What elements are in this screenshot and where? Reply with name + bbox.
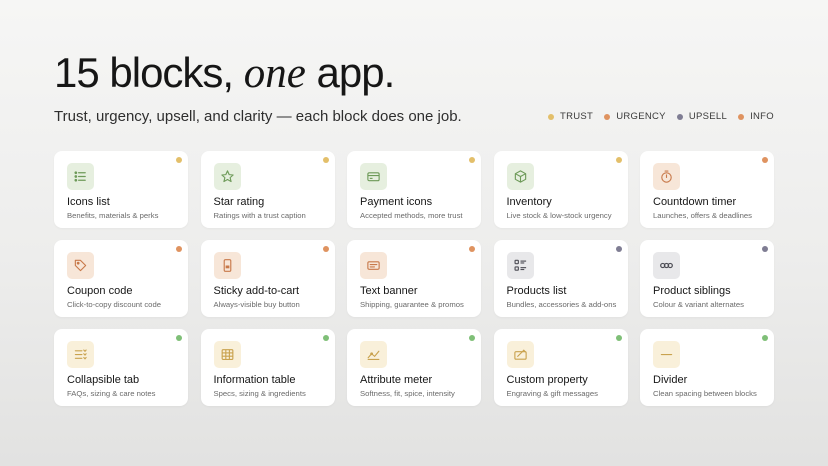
legend-label: TRUST — [560, 111, 594, 122]
legend-dot — [604, 113, 611, 120]
legend-dot — [738, 113, 745, 120]
block-card-star-rating[interactable]: Star rating Ratings with a trust caption — [200, 151, 335, 228]
title-emphasis: one — [243, 50, 306, 97]
legend-label: UPSELL — [688, 111, 728, 122]
block-title: Countdown timer — [653, 196, 737, 208]
page-subtitle: Trust, urgency, upsell, and clarity — ea… — [54, 108, 462, 125]
block-description: Launches, offers & deadlines — [653, 211, 753, 220]
block-description: Bundles, accessories & add-ons — [506, 300, 617, 309]
block-description: Clean spacing between blocks — [653, 389, 757, 398]
timer-icon — [653, 163, 680, 190]
category-dot — [322, 246, 329, 252]
category-dot — [322, 335, 329, 341]
block-description: Click-to-copy discount code — [67, 300, 161, 309]
legend-item-info: INFO — [738, 111, 774, 122]
block-title: Payment icons — [360, 196, 433, 208]
legend-label: INFO — [750, 111, 774, 122]
meter-icon — [360, 341, 387, 368]
category-legend: TRUST URGENCY UPSELL INFO — [548, 111, 774, 122]
grid-list-icon — [506, 252, 534, 279]
category-dot — [615, 335, 622, 341]
block-title: Divider — [653, 374, 688, 386]
block-title: Products list — [506, 285, 567, 297]
block-card-collapsible-tab[interactable]: Collapsible tab FAQs, sizing & care notes — [54, 329, 188, 406]
table-icon — [213, 341, 241, 368]
category-dot — [176, 335, 182, 341]
block-title: Product siblings — [653, 285, 731, 297]
block-title: Attribute meter — [360, 374, 433, 386]
block-card-icons-list[interactable]: Icons list Benefits, materials & perks — [54, 151, 188, 228]
block-card-coupon-code[interactable]: Coupon code Click-to-copy discount code — [54, 240, 188, 317]
block-description: Specs, sizing & ingredients — [213, 389, 306, 398]
blocks-grid: Icons list Benefits, materials & perks Sta… — [54, 151, 774, 406]
credit-card-icon — [360, 163, 387, 190]
category-dot — [762, 335, 768, 341]
block-description: Benefits, materials & perks — [67, 211, 159, 220]
category-dot — [469, 157, 475, 163]
category-dot — [762, 157, 768, 163]
star-icon — [213, 163, 241, 190]
title-part-2: app. — [305, 49, 396, 96]
block-title: Star rating — [213, 196, 265, 208]
legend-item-upsell: UPSELL — [676, 111, 728, 122]
category-dot — [469, 246, 475, 252]
legend-dot — [548, 113, 554, 120]
block-description: Live stock & low-stock urgency — [506, 211, 612, 220]
tag-icon — [67, 252, 94, 279]
divider-icon — [653, 341, 680, 368]
block-description: Engraving & gift messages — [506, 389, 598, 398]
category-dot — [615, 157, 622, 163]
title-part-1: 15 blocks, — [54, 49, 244, 96]
block-title: Custom property — [506, 374, 588, 386]
block-description: Shipping, guarantee & promos — [360, 300, 464, 309]
block-title: Collapsible tab — [67, 374, 140, 386]
block-title: Coupon code — [67, 285, 133, 297]
block-description: Accepted methods, more trust — [360, 211, 463, 220]
block-card-countdown-timer[interactable]: Countdown timer Launches, offers & deadli… — [640, 151, 774, 228]
block-card-sticky-add-to-cart[interactable]: Sticky add-to-cart Always-visible buy but… — [200, 240, 335, 317]
block-card-product-siblings[interactable]: Product siblings Colour & variant alterna… — [640, 240, 774, 317]
block-title: Inventory — [506, 196, 552, 208]
link-icon — [653, 252, 680, 279]
block-card-custom-property[interactable]: Custom property Engraving & gift messages — [493, 329, 628, 406]
legend-label: URGENCY — [616, 111, 666, 122]
banner-icon — [360, 252, 387, 279]
category-dot — [469, 335, 475, 341]
legend-item-trust: TRUST — [548, 111, 593, 122]
block-card-attribute-meter[interactable]: Attribute meter Softness, fit, spice, int… — [347, 329, 481, 406]
category-dot — [615, 246, 622, 252]
category-dot — [176, 157, 182, 163]
block-title: Text banner — [360, 285, 418, 297]
block-description: Always-visible buy button — [213, 300, 300, 309]
block-card-inventory[interactable]: Inventory Live stock & low-stock urgency — [493, 151, 628, 228]
category-dot — [176, 246, 182, 252]
block-description: Colour & variant alternates — [653, 300, 745, 309]
block-card-products-list[interactable]: Products list Bundles, accessories & add-… — [493, 240, 628, 317]
block-card-text-banner[interactable]: Text banner Shipping, guarantee & promos — [347, 240, 481, 317]
block-title: Information table — [213, 374, 296, 386]
block-description: Softness, fit, spice, intensity — [360, 389, 455, 398]
page-title: 15 blocks, one app. — [54, 47, 396, 100]
block-card-divider[interactable]: Divider Clean spacing between blocks — [640, 329, 774, 406]
legend-item-urgency: URGENCY — [604, 111, 666, 122]
block-card-information-table[interactable]: Information table Specs, sizing & ingredi… — [200, 329, 335, 406]
category-dot — [322, 157, 329, 163]
collapse-list-icon — [67, 341, 94, 368]
category-dot — [762, 246, 768, 252]
phone-icon — [213, 252, 241, 279]
block-card-payment-icons[interactable]: Payment icons Accepted methods, more trus… — [347, 151, 481, 228]
list-icon — [67, 163, 94, 190]
custom-property-icon — [506, 341, 534, 368]
block-title: Sticky add-to-cart — [213, 285, 300, 297]
block-description: Ratings with a trust caption — [213, 211, 306, 220]
block-description: FAQs, sizing & care notes — [67, 389, 156, 398]
box-icon — [506, 163, 534, 190]
block-title: Icons list — [67, 196, 110, 208]
legend-dot — [676, 113, 683, 120]
